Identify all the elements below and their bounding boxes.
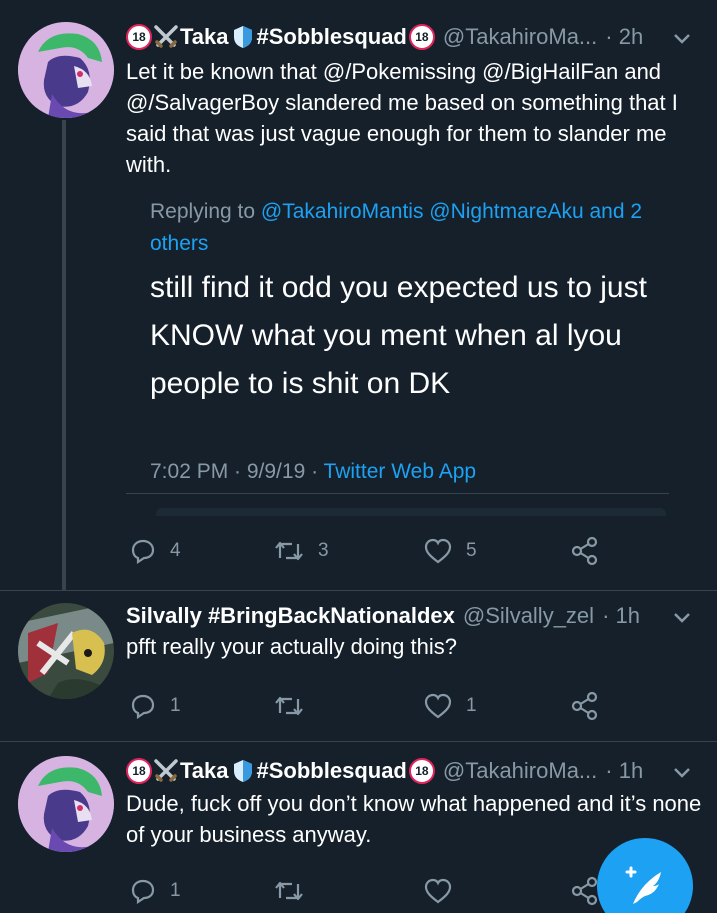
thread-line	[62, 120, 66, 590]
reply-button[interactable]: 1	[130, 874, 181, 908]
share-button[interactable]	[570, 874, 600, 908]
age-18-icon: 18	[126, 758, 152, 784]
compose-tweet-icon	[625, 866, 661, 904]
crossed-swords-icon	[154, 25, 178, 48]
quoted-reply[interactable]: Replying to @TakahiroMantis @NightmareAk…	[126, 190, 669, 494]
share-button[interactable]	[570, 689, 600, 723]
heart-icon	[424, 538, 452, 564]
crossed-swords-icon	[154, 759, 178, 782]
display-name[interactable]: 18 Taka #Sobblesquad 18	[126, 758, 435, 784]
reply-count: 1	[170, 880, 181, 901]
compose-tweet-button[interactable]	[597, 838, 693, 913]
tweet-header: Silvally #BringBackNationaldex @Silvally…	[126, 599, 703, 633]
like-count: 5	[466, 540, 477, 561]
reply-icon	[131, 879, 155, 904]
timestamp[interactable]: · 2h	[605, 24, 643, 50]
display-name-part2: #Sobblesquad	[256, 758, 407, 783]
display-name[interactable]: Silvally #BringBackNationaldex	[126, 603, 455, 629]
quoted-meta: 7:02 PM · 9/9/19 · Twitter Web App	[150, 460, 477, 483]
quote-shadow	[156, 508, 666, 516]
display-name-part1: Taka	[180, 24, 229, 49]
avatar[interactable]	[18, 22, 114, 118]
tweet-header: 18 Taka #Sobblesquad 18 @TakahiroMa... ·…	[126, 20, 703, 54]
reply-icon	[131, 539, 155, 564]
heart-icon	[424, 878, 452, 904]
reply-button[interactable]: 4	[130, 534, 181, 568]
retweet-count: 3	[318, 540, 329, 561]
tweet-actions: 1	[126, 874, 606, 908]
tweet-text: pfft really your actually doing this?	[126, 634, 457, 659]
reply-button[interactable]: 1	[130, 689, 181, 723]
shield-icon	[233, 760, 252, 782]
avatar[interactable]	[18, 756, 114, 852]
like-button[interactable]: 1	[424, 689, 477, 723]
tweet-1[interactable]: 18 Taka #Sobblesquad 18 @TakahiroMa... ·…	[0, 0, 717, 590]
display-name-part1: Taka	[180, 758, 229, 783]
age-18-icon: 18	[408, 758, 435, 784]
share-icon	[571, 536, 598, 566]
heart-icon	[424, 693, 452, 719]
quoted-text: still find it odd you expected us to jus…	[150, 271, 647, 400]
replying-to: Replying to @TakahiroMantis @NightmareAk…	[150, 200, 643, 255]
reply-icon	[131, 694, 155, 719]
source-link[interactable]: Twitter Web App	[324, 460, 477, 483]
chevron-down-icon[interactable]	[673, 32, 691, 46]
chevron-down-icon[interactable]	[673, 611, 691, 625]
tweet-header: 18 Taka #Sobblesquad 18 @TakahiroMa... ·…	[126, 754, 703, 788]
timestamp[interactable]: · 1h	[602, 603, 640, 629]
retweet-button[interactable]	[274, 689, 318, 723]
tweet-text: Let it be known that @/Pokemissing @/Big…	[126, 59, 678, 177]
age-18-icon: 18	[408, 24, 435, 50]
like-button[interactable]	[424, 874, 452, 908]
share-icon	[571, 876, 598, 906]
reply-count: 1	[170, 695, 181, 716]
display-name[interactable]: 18 Taka #Sobblesquad 18	[126, 24, 435, 50]
shield-icon	[233, 26, 252, 48]
retweet-button[interactable]: 3	[274, 534, 329, 568]
share-icon	[571, 691, 598, 721]
timestamp[interactable]: · 1h	[605, 758, 643, 784]
handle[interactable]: @TakahiroMa...	[443, 758, 597, 784]
chevron-down-icon[interactable]	[673, 766, 691, 780]
age-18-icon: 18	[126, 24, 152, 50]
tweet-actions: 1 1	[126, 689, 606, 723]
handle[interactable]: @Silvally_zel	[463, 603, 594, 629]
tweet-actions: 4 3 5	[126, 534, 606, 568]
retweet-icon	[275, 541, 303, 561]
share-button[interactable]	[570, 534, 600, 568]
tweet-2[interactable]: Silvally #BringBackNationaldex @Silvally…	[0, 591, 717, 741]
handle[interactable]: @TakahiroMa...	[443, 24, 597, 50]
retweet-icon	[275, 881, 303, 901]
like-button[interactable]: 5	[424, 534, 477, 568]
reply-count: 4	[170, 540, 181, 561]
display-name-part2: #Sobblesquad	[256, 24, 407, 49]
retweet-icon	[275, 696, 303, 716]
avatar[interactable]	[18, 603, 114, 699]
like-count: 1	[466, 695, 477, 716]
retweet-button[interactable]	[274, 874, 304, 908]
